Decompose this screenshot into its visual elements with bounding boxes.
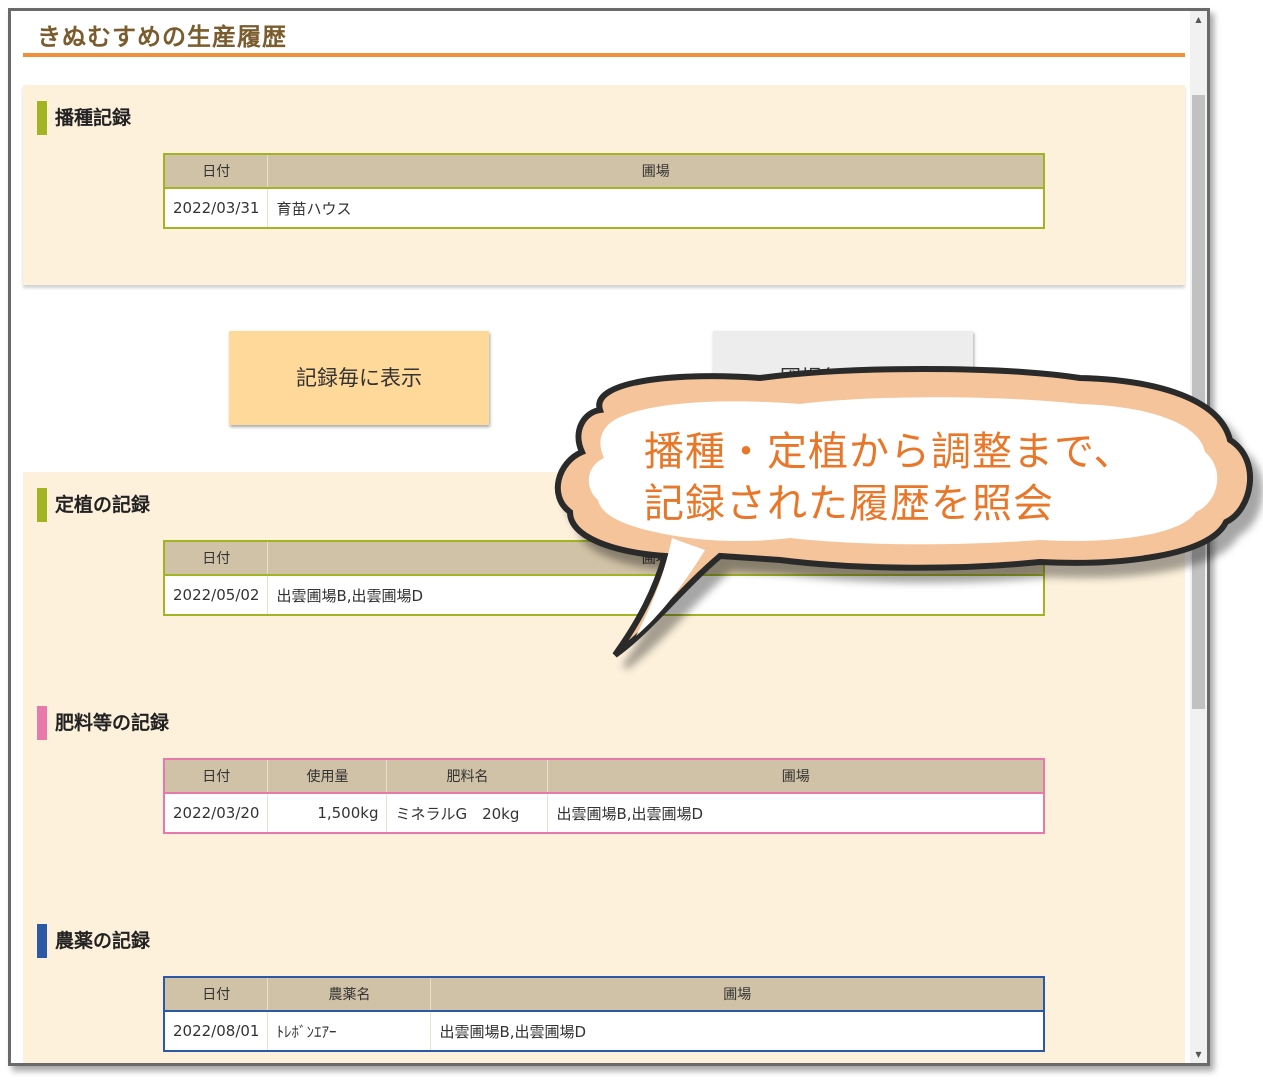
column-header-date: 日付 [164,759,269,794]
cell-field: 育苗ハウス [276,199,352,218]
column-header-field: 圃場 [267,541,1044,576]
callout-text: 播種・定植から調整まで、 記録された履歴を照会 [644,426,1204,530]
table-header-row: 日付 使用量 肥料名 圃場 [164,759,1044,794]
column-header-date: 日付 [164,977,269,1012]
cell-amount: 1,500kg [267,793,388,833]
callout-line-1: 播種・定植から調整まで、 [644,429,1135,475]
column-header-date: 日付 [164,541,269,576]
planting-table: 日付 圃場 2022/05/02 出雲圃場B,出雲圃場D [163,540,1045,616]
planting-heading: 定植の記録 [37,488,150,522]
pesticide-table: 日付 農薬名 圃場 2022/08/01 ﾄﾚﾎﾞﾝｴｱｰ 出雲圃場B,出雲圃場… [163,976,1045,1052]
callout-line-2: 記録された履歴を照会 [644,481,1054,527]
show-by-record-button[interactable]: 記録毎に表示 [229,331,489,425]
table-row: 2022/03/31 育苗ハウス [164,188,1044,228]
records-section: 定植の記録 日付 圃場 2022/05/02 出雲圃場B,出雲圃場D 肥料等の記… [23,472,1185,1063]
pesticide-heading: 農薬の記録 [37,924,150,958]
cell-date: 2022/03/31 [164,188,269,228]
column-header-field: 圃場 [267,154,1044,189]
sowing-section: 播種記録 日付 圃場 2022/03/31 育苗ハウス [23,85,1185,285]
cell-date: 2022/08/01 [164,1011,269,1051]
table-header-row: 日付 圃場 [164,154,1044,189]
table-row: 2022/08/01 ﾄﾚﾎﾞﾝｴｱｰ 出雲圃場B,出雲圃場D [164,1011,1044,1051]
column-header-field: 圃場 [430,977,1044,1012]
scroll-down-arrow-icon[interactable]: ▼ [1190,1046,1207,1063]
fertilizer-table: 日付 使用量 肥料名 圃場 2022/03/20 1,500kg ミネラルG 2… [163,758,1045,834]
cell-date: 2022/05/02 [164,575,269,615]
table-row: 2022/05/02 出雲圃場B,出雲圃場D [164,575,1044,615]
cell-fertilizer-name: ミネラルG 20kg [386,793,549,833]
sowing-table: 日付 圃場 2022/03/31 育苗ハウス [163,153,1045,229]
app-window: きぬむすめの生産履歴 播種記録 日付 圃場 2022/03/31 育苗ハウス 記… [8,8,1210,1066]
cell-field: 出雲圃場B,出雲圃場D [556,804,704,823]
cell-field: 出雲圃場B,出雲圃場D [439,1022,587,1041]
column-header-amount: 使用量 [267,759,388,794]
column-header-field: 圃場 [547,759,1044,794]
fertilizer-heading: 肥料等の記録 [37,706,169,740]
column-header-fertilizer-name: 肥料名 [386,759,549,794]
sowing-heading: 播種記録 [37,101,131,135]
cell-field: 出雲圃場B,出雲圃場D [276,586,424,605]
page-title: きぬむすめの生産履歴 [23,13,1185,57]
scroll-up-arrow-icon[interactable]: ▲ [1190,11,1207,28]
cell-pesticide-name: ﾄﾚﾎﾞﾝｴｱｰ [267,1011,432,1051]
table-header-row: 日付 農薬名 圃場 [164,977,1044,1012]
column-header-pesticide-name: 農薬名 [267,977,432,1012]
show-by-field-button[interactable]: 圃場毎に表示 [713,331,973,425]
cell-date: 2022/03/20 [164,793,269,833]
column-header-date: 日付 [164,154,269,189]
scroll-thumb[interactable] [1192,95,1205,709]
table-header-row: 日付 圃場 [164,541,1044,576]
table-row: 2022/03/20 1,500kg ミネラルG 20kg 出雲圃場B,出雲圃場… [164,793,1044,833]
vertical-scrollbar[interactable]: ▲ ▼ [1190,11,1207,1063]
